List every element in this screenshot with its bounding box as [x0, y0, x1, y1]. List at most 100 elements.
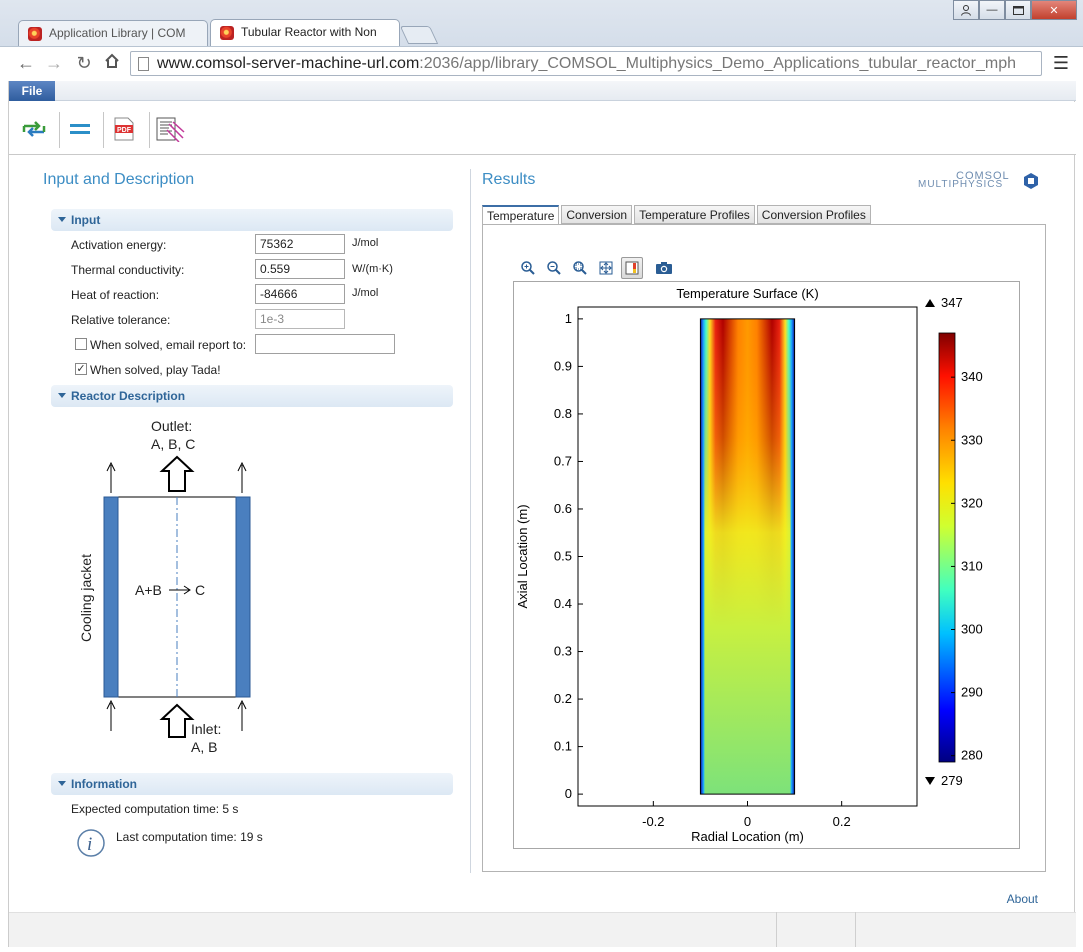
x-tick-label: 0	[744, 814, 751, 829]
inlet-label: Inlet:	[191, 721, 222, 737]
y-axis-label: Axial Location (m)	[515, 504, 530, 608]
last-time-label: Last computation time: 19 s	[116, 830, 263, 844]
x-axis-label: Radial Location (m)	[691, 829, 804, 844]
report-document-icon[interactable]	[155, 114, 185, 144]
footer-separator	[855, 912, 856, 947]
reload-icon[interactable]: ↻	[72, 51, 96, 75]
y-tick-label: 0	[565, 786, 572, 801]
about-link[interactable]: About	[1007, 892, 1038, 906]
pdf-report-icon[interactable]: PDF	[109, 114, 139, 144]
page-icon	[138, 57, 149, 71]
browser-toolbar: ← → ↻ www.comsol-server-machine-url.com:…	[0, 46, 1083, 80]
thermal-conductivity-input[interactable]	[255, 259, 345, 279]
tab-temperature[interactable]: Temperature	[482, 205, 560, 225]
expected-time-label: Expected computation time: 5 s	[71, 802, 239, 816]
max-marker-triangle	[925, 299, 935, 307]
heat-of-reaction-unit: J/mol	[352, 287, 379, 299]
address-bar[interactable]: www.comsol-server-machine-url.com:2036/a…	[130, 51, 1042, 76]
x-tick-label: 0.2	[833, 814, 851, 829]
temperature-surface-axial	[704, 318, 791, 795]
show-legend-toggle-icon[interactable]	[621, 257, 643, 279]
toolbar-separator	[59, 112, 60, 148]
min-marker-label: 279	[941, 773, 963, 788]
max-marker-label: 347	[941, 295, 963, 310]
chart-title: Temperature Surface (K)	[676, 286, 818, 301]
zoom-box-icon[interactable]	[569, 257, 591, 279]
browser-menu-icon[interactable]: ☰	[1053, 53, 1069, 74]
y-tick-label: 0.5	[554, 549, 572, 564]
heat-of-reaction-input[interactable]	[255, 284, 345, 304]
browser-tab-application-library[interactable]: Application Library | COM	[18, 20, 208, 46]
play-tada-label: When solved, play Tada!	[90, 363, 221, 377]
comsol-favicon-icon	[220, 26, 234, 40]
reactor-vessel-drawing	[103, 455, 251, 738]
zoom-in-icon[interactable]	[517, 257, 539, 279]
comsol-favicon-icon	[28, 27, 42, 41]
results-tabs: Temperature Conversion Temperature Profi…	[482, 205, 871, 225]
url-path: :2036/app/library_COMSOL_Multiphysics_De…	[419, 55, 1017, 72]
email-report-input[interactable]	[255, 334, 395, 354]
min-marker-triangle	[925, 777, 935, 785]
reactor-diagram: Outlet: A, B, C A+B C Cooling jacket Inl…	[69, 415, 269, 765]
comsol-logo: COMSOL MULTIPHYSICS	[918, 170, 1042, 192]
toolbar-separator	[103, 112, 104, 148]
forward-arrow-icon[interactable]: →	[42, 51, 66, 75]
camera-snapshot-icon[interactable]	[653, 257, 675, 279]
new-tab-button[interactable]	[399, 26, 439, 44]
information-section-header[interactable]: Information	[51, 773, 453, 795]
plot-area: Temperature Surface (K) -0.2 0 0.2 0 0.1 0.2 0.…	[513, 281, 1020, 849]
colorbar-tick-label: 310	[961, 558, 983, 573]
browser-chrome: Application Library | COM Tubular Reacto…	[0, 0, 1083, 80]
toolbar-separator	[149, 112, 150, 148]
reset-equals-icon[interactable]	[65, 114, 95, 144]
y-tick-label: 0.3	[554, 644, 572, 659]
browser-tab-label: Tubular Reactor with Non	[241, 25, 377, 39]
ribbon: File	[9, 81, 1076, 101]
y-tick-label: 1	[565, 311, 572, 326]
relative-tolerance-input	[255, 309, 345, 329]
colorbar	[938, 332, 956, 763]
application-window: File PDF Input and Description Input Act…	[8, 81, 1076, 947]
back-arrow-icon[interactable]: ←	[14, 51, 38, 75]
input-section-header[interactable]: Input	[51, 209, 453, 231]
colorbar-tick-label: 340	[961, 369, 983, 384]
expected-time-value: 5 s	[222, 802, 239, 816]
tab-conversion[interactable]: Conversion	[561, 205, 633, 224]
file-menu-button[interactable]: File	[9, 81, 55, 101]
svg-text:PDF: PDF	[117, 127, 132, 134]
reaction-reactants: A+B	[135, 582, 162, 598]
user-profile-icon[interactable]	[953, 0, 979, 20]
reactor-description-header[interactable]: Reactor Description	[51, 385, 453, 407]
url-host: www.comsol-server-machine-url.com	[157, 55, 420, 72]
home-icon[interactable]	[100, 51, 124, 75]
activation-energy-input[interactable]	[255, 234, 345, 254]
app-toolbar: PDF	[9, 102, 1076, 155]
tab-conversion-profiles[interactable]: Conversion Profiles	[756, 205, 871, 224]
comsol-logo-icon	[1024, 173, 1038, 189]
tab-temperature-profiles[interactable]: Temperature Profiles	[634, 205, 755, 224]
browser-tab-tubular-reactor[interactable]: Tubular Reactor with Non	[210, 19, 400, 47]
input-description-title: Input and Description	[43, 171, 195, 188]
activation-energy-unit: J/mol	[352, 237, 379, 249]
inlet-species: A, B	[191, 739, 218, 755]
colorbar-tick-label: 290	[961, 685, 983, 700]
maximize-window-button[interactable]	[1005, 0, 1031, 20]
temperature-surface-chart: Temperature Surface (K) -0.2 0 0.2 0 0.1 0.2 0.…	[515, 286, 983, 844]
zoom-extents-icon[interactable]	[595, 257, 617, 279]
email-report-checkbox[interactable]	[75, 338, 87, 350]
colorbar-tick-label: 320	[961, 495, 983, 510]
play-tada-checkbox[interactable]: ✓	[75, 363, 87, 375]
y-tick-label: 0.4	[554, 596, 572, 611]
zoom-out-icon[interactable]	[543, 257, 565, 279]
results-title: Results	[482, 171, 536, 188]
compute-icon[interactable]	[19, 114, 49, 144]
y-tick-label: 0.6	[554, 501, 572, 516]
minimize-window-button[interactable]: —	[979, 0, 1005, 20]
y-tick-label: 0.2	[554, 691, 572, 706]
relative-tolerance-label: Relative tolerance:	[71, 313, 171, 327]
close-window-button[interactable]: ✕	[1031, 0, 1077, 20]
info-icon: i	[76, 828, 106, 861]
colorbar-tick-label: 280	[961, 748, 983, 763]
reaction-product: C	[195, 582, 206, 598]
window-controls: — ✕	[953, 0, 1077, 20]
